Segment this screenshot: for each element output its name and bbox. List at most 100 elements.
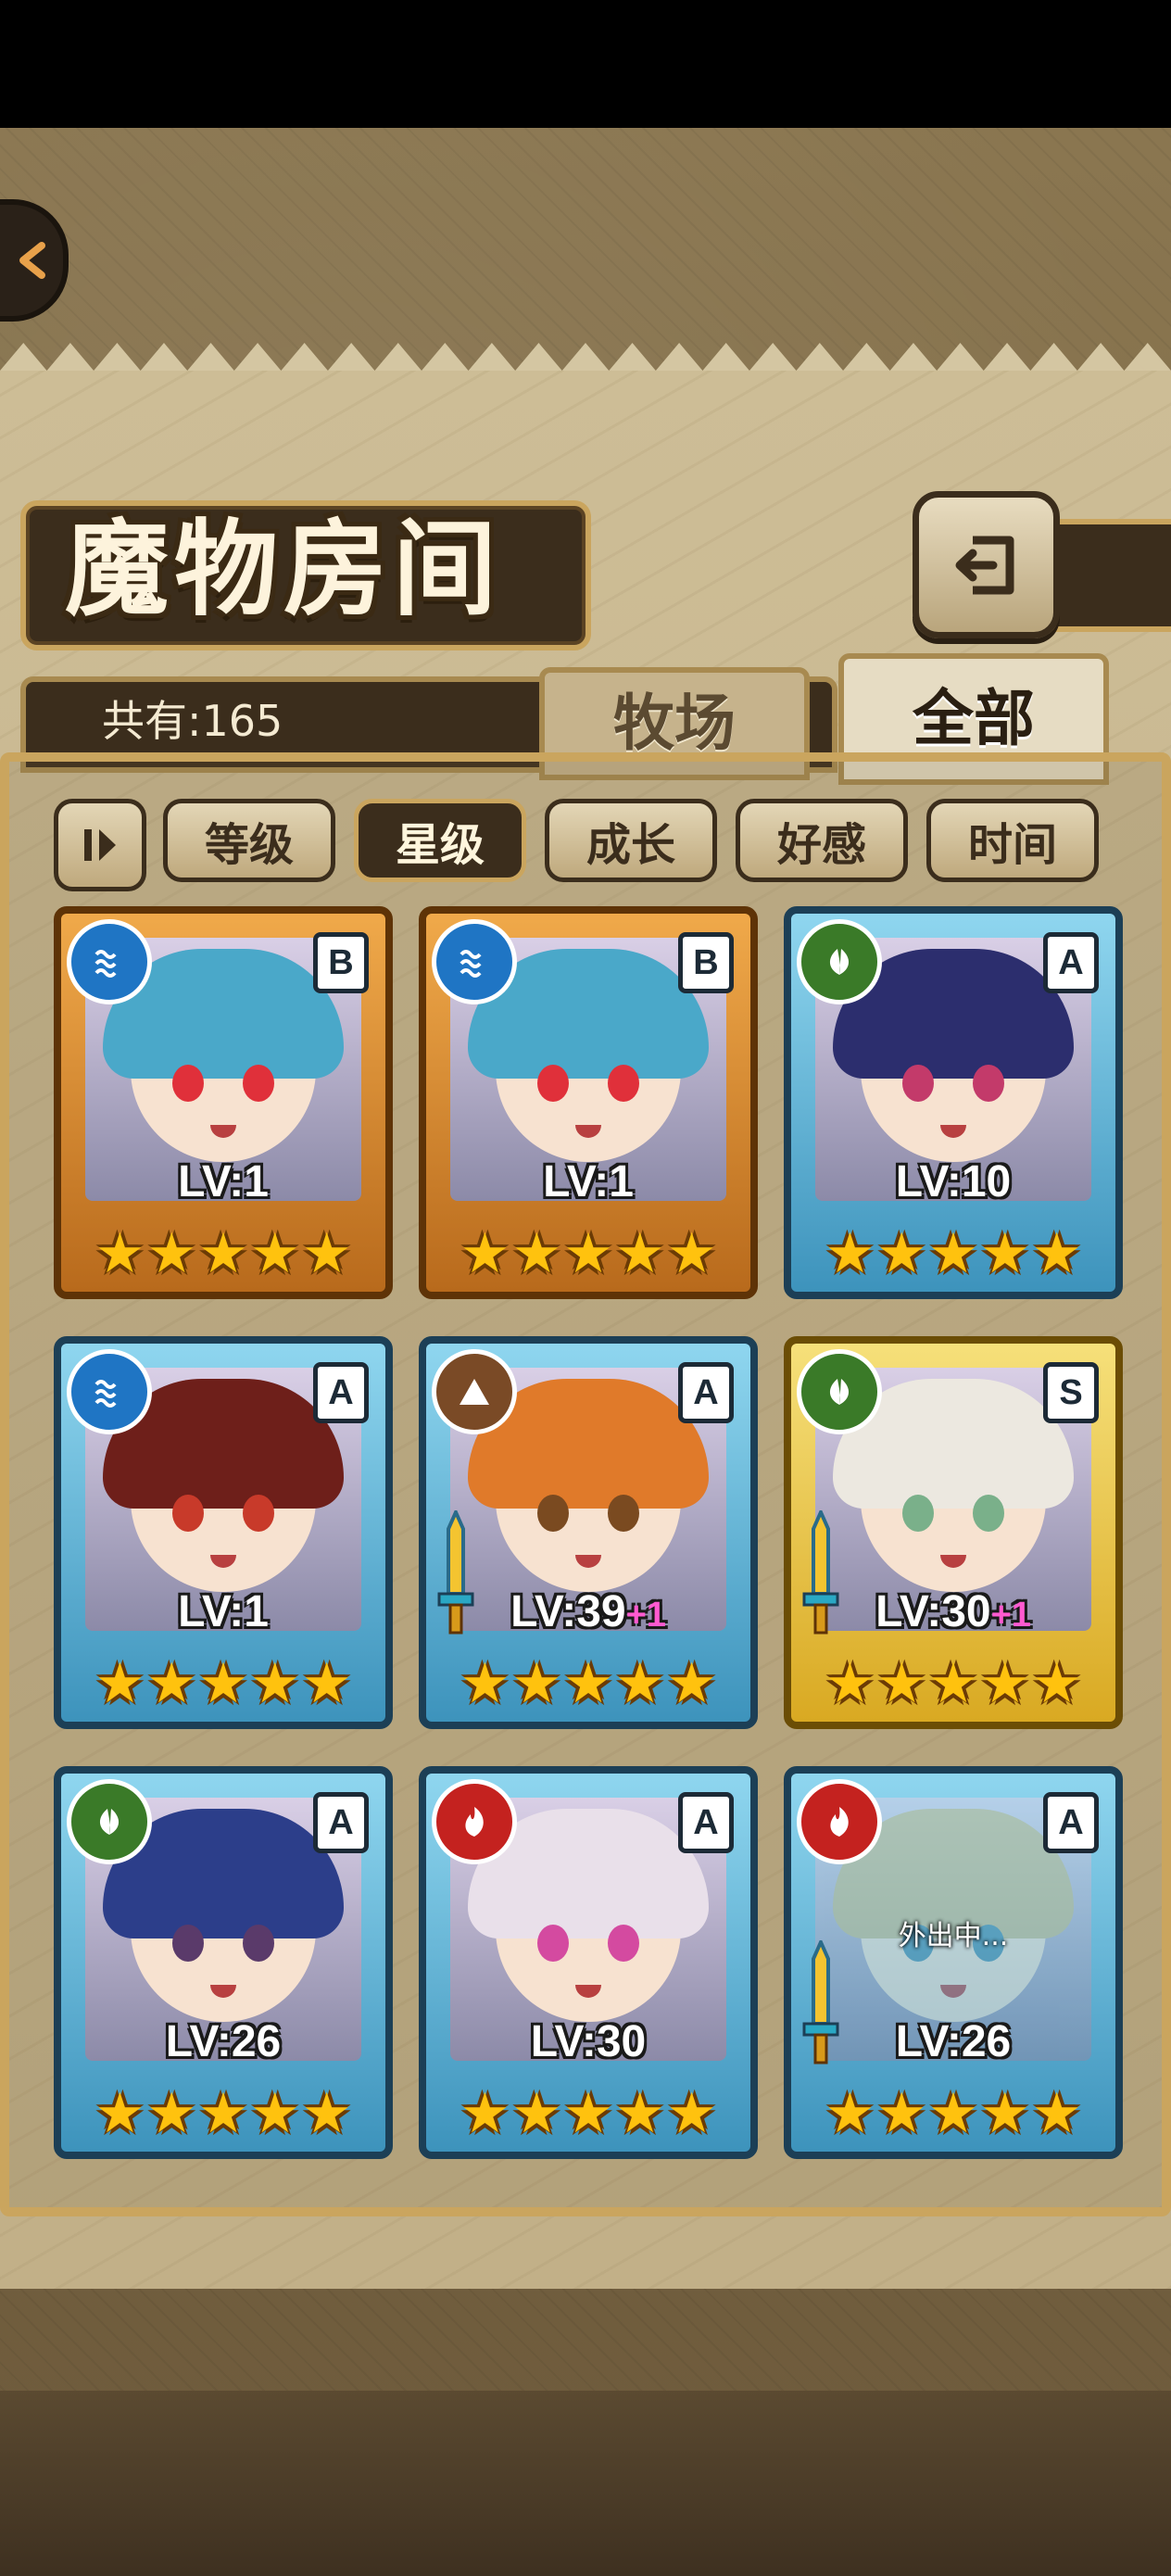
sort-affection-button[interactable]: 好感	[736, 799, 908, 882]
star-icon: ★	[1031, 1221, 1082, 1286]
monster-card[interactable]: B LV:1 ★ ★ ★ ★ ★	[54, 906, 393, 1299]
star-icon: ★	[460, 1651, 510, 1716]
star-icon: ★	[249, 1221, 300, 1286]
level-value: LV:30	[875, 1587, 991, 1636]
star-icon: ★	[928, 1651, 978, 1716]
monster-card[interactable]: S LV:30+1 ★ ★ ★ ★ ★	[784, 1336, 1123, 1729]
star-icon: ★	[825, 1651, 875, 1716]
water-wave-icon	[432, 919, 517, 1004]
level-value: LV:26	[895, 2017, 1012, 2066]
star-icon: ★	[511, 1651, 562, 1716]
star-icon: ★	[146, 1651, 197, 1716]
star-icon: ★	[460, 2081, 510, 2146]
monster-level: LV:30	[426, 2016, 750, 2067]
star-rating: ★ ★ ★ ★ ★	[460, 1651, 717, 1716]
star-icon: ★	[666, 1651, 717, 1716]
exit-button[interactable]	[913, 491, 1060, 638]
monster-level: LV:26	[61, 2016, 385, 2067]
star-icon: ★	[198, 1651, 248, 1716]
star-icon: ★	[249, 2081, 300, 2146]
rank-badge: S	[1043, 1362, 1099, 1423]
exit-icon	[955, 536, 1014, 594]
flame-icon	[432, 1779, 517, 1864]
leaf-icon	[797, 919, 882, 1004]
star-icon: ★	[979, 1221, 1030, 1286]
star-icon: ★	[614, 2081, 665, 2146]
star-icon: ★	[198, 2081, 248, 2146]
star-icon: ★	[666, 1221, 717, 1286]
level-value: LV:1	[178, 1157, 269, 1206]
monster-level: LV:1	[61, 1156, 385, 1207]
rank-badge: A	[313, 1792, 369, 1853]
star-icon: ★	[614, 1651, 665, 1716]
sort-order-toggle[interactable]	[54, 799, 146, 891]
star-icon: ★	[94, 1221, 145, 1286]
star-icon: ★	[979, 2081, 1030, 2146]
star-icon: ★	[614, 1221, 665, 1286]
water-wave-icon	[67, 919, 152, 1004]
rank-badge: A	[678, 1792, 734, 1853]
sort-order-icon	[84, 829, 116, 861]
sort-time-button[interactable]: 时间	[926, 799, 1099, 882]
star-icon: ★	[876, 1221, 927, 1286]
star-icon: ★	[979, 1651, 1030, 1716]
level-value: LV:39	[510, 1587, 626, 1636]
sort-level-button[interactable]: 等级	[163, 799, 335, 882]
star-rating: ★ ★ ★ ★ ★	[825, 1221, 1082, 1286]
level-bonus: +1	[990, 1596, 1031, 1635]
leaf-icon	[797, 1349, 882, 1434]
star-rating: ★ ★ ★ ★ ★	[825, 1651, 1082, 1716]
star-icon: ★	[94, 2081, 145, 2146]
monster-card[interactable]: A 外出中... LV:26 ★ ★ ★ ★ ★	[784, 1766, 1123, 2159]
star-rating: ★ ★ ★ ★ ★	[460, 2081, 717, 2146]
monster-level: LV:1	[61, 1586, 385, 1637]
monster-level: LV:26	[791, 2016, 1115, 2067]
level-value: LV:10	[895, 1157, 1012, 1206]
back-arrow-icon	[19, 242, 45, 279]
monster-card[interactable]: A LV:10 ★ ★ ★ ★ ★	[784, 906, 1123, 1299]
sword-icon	[802, 1508, 839, 1640]
monster-count: 共有:165	[102, 696, 283, 746]
close-rail	[1047, 519, 1171, 632]
rank-badge: A	[1043, 1792, 1099, 1853]
star-icon: ★	[249, 1651, 300, 1716]
star-icon: ★	[563, 1651, 613, 1716]
mountain-icon	[432, 1349, 517, 1434]
monster-level: LV:10	[791, 1156, 1115, 1207]
star-icon: ★	[1031, 1651, 1082, 1716]
star-icon: ★	[876, 2081, 927, 2146]
monster-level: LV:1	[426, 1156, 750, 1207]
rank-badge: A	[1043, 932, 1099, 993]
monster-card[interactable]: B LV:1 ★ ★ ★ ★ ★	[419, 906, 758, 1299]
water-wave-icon	[67, 1349, 152, 1434]
star-icon: ★	[1031, 2081, 1082, 2146]
star-icon: ★	[198, 1221, 248, 1286]
star-icon: ★	[301, 1651, 352, 1716]
star-icon: ★	[928, 2081, 978, 2146]
rank-badge: B	[313, 932, 369, 993]
sort-growth-button[interactable]: 成长	[545, 799, 717, 882]
sort-star-button[interactable]: 星级	[354, 799, 526, 882]
monster-card[interactable]: A LV:39+1 ★ ★ ★ ★ ★	[419, 1336, 758, 1729]
level-bonus: +1	[625, 1596, 666, 1635]
level-value: LV:26	[165, 2017, 282, 2066]
star-rating: ★ ★ ★ ★ ★	[95, 2081, 352, 2146]
monster-card[interactable]: A LV:26 ★ ★ ★ ★ ★	[54, 1766, 393, 2159]
star-icon: ★	[666, 2081, 717, 2146]
star-icon: ★	[511, 2081, 562, 2146]
monster-card[interactable]: A LV:1 ★ ★ ★ ★ ★	[54, 1336, 393, 1729]
sword-icon	[437, 1508, 474, 1640]
rank-badge: B	[678, 932, 734, 993]
flame-icon	[797, 1779, 882, 1864]
monster-card[interactable]: A LV:30 ★ ★ ★ ★ ★	[419, 1766, 758, 2159]
sword-icon	[802, 1938, 839, 2070]
star-rating: ★ ★ ★ ★ ★	[95, 1221, 352, 1286]
star-icon: ★	[94, 1651, 145, 1716]
star-icon: ★	[928, 1221, 978, 1286]
star-rating: ★ ★ ★ ★ ★	[825, 2081, 1082, 2146]
leaf-icon	[67, 1779, 152, 1864]
bottom-background	[0, 2391, 1171, 2576]
star-icon: ★	[876, 1651, 927, 1716]
star-rating: ★ ★ ★ ★ ★	[95, 1651, 352, 1716]
star-icon: ★	[511, 1221, 562, 1286]
